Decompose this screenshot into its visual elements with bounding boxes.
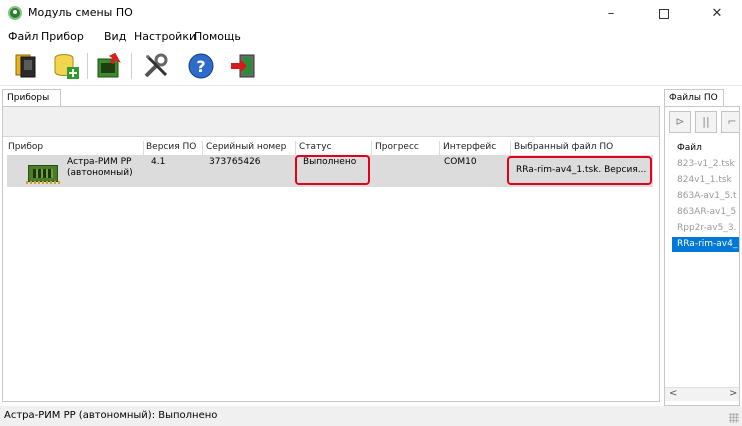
firmware-load-icon[interactable]	[94, 51, 124, 81]
firmware-files-panel: ⊳ || ⌐ Файл 823-v1_2.tsk 824v1_1.tsk 863…	[664, 106, 740, 406]
menu-file[interactable]: Файл	[8, 30, 38, 43]
column-device[interactable]: Прибор	[8, 142, 43, 152]
tab-firmware-files[interactable]: Файлы ПО	[664, 89, 724, 107]
maximize-icon	[659, 8, 669, 19]
horizontal-scrollbar[interactable]: < >	[665, 387, 739, 401]
column-divider[interactable]	[143, 141, 144, 155]
app-logo-icon	[8, 6, 22, 20]
toolbar-separator	[131, 53, 132, 79]
devices-grid-header: Прибор Версия ПО Серийный номер Статус П…	[3, 141, 659, 155]
add-database-icon[interactable]	[51, 51, 81, 81]
scroll-left-icon[interactable]: <	[669, 388, 677, 399]
panel-strip	[3, 107, 659, 137]
column-divider[interactable]	[439, 141, 440, 155]
status-bar: Астра-РИМ РР (автономный): Выполнено	[0, 406, 742, 426]
menu-settings[interactable]: Настройки	[134, 30, 196, 43]
firmware-version: 4.1	[151, 157, 166, 167]
list-item-selected[interactable]: RRa-rim-av4_	[672, 237, 739, 252]
menu-device[interactable]: Прибор	[41, 30, 84, 43]
exit-icon[interactable]	[228, 51, 258, 81]
tab-devices[interactable]: Приборы	[2, 89, 61, 107]
toolbar: ?	[0, 46, 742, 86]
column-version[interactable]: Версия ПО	[146, 142, 196, 152]
column-status[interactable]: Статус	[299, 142, 332, 152]
close-button[interactable]: ✕	[702, 4, 732, 24]
maximize-button[interactable]	[649, 4, 679, 24]
svg-text:?: ?	[196, 57, 205, 76]
column-divider[interactable]	[295, 141, 296, 155]
device-icon[interactable]	[12, 51, 42, 81]
list-item[interactable]: 863A-av1_5.t	[677, 191, 737, 201]
resize-grip-icon[interactable]	[729, 413, 739, 423]
list-item[interactable]: 823-v1_2.tsk	[677, 159, 735, 169]
window-title: Модуль смены ПО	[28, 6, 133, 19]
tools-icon[interactable]	[141, 51, 171, 81]
list-item[interactable]: 863AR-av1_5	[677, 207, 736, 217]
device-mode: (автономный)	[67, 168, 133, 178]
column-divider[interactable]	[510, 141, 511, 155]
menu-view[interactable]: Вид	[104, 30, 126, 43]
play-button[interactable]: ⊳	[669, 111, 691, 133]
title-bar: Модуль смены ПО – ✕	[0, 0, 742, 28]
scroll-right-icon[interactable]: >	[729, 388, 737, 399]
list-item[interactable]: 824v1_1.tsk	[677, 175, 732, 185]
device-board-icon	[26, 165, 60, 184]
toolbar-separator	[87, 53, 88, 79]
status-bar-text: Астра-РИМ РР (автономный): Выполнено	[4, 410, 218, 421]
column-interface[interactable]: Интерфейс	[443, 142, 496, 152]
files-column-header[interactable]: Файл	[677, 143, 702, 153]
list-item[interactable]: Rpp2r-av5_3.	[677, 223, 736, 233]
file-highlight	[507, 156, 652, 185]
help-icon[interactable]: ?	[186, 51, 216, 81]
serial-number: 373765426	[209, 157, 261, 167]
pause-button[interactable]: ||	[695, 111, 717, 133]
devices-panel: Прибор Версия ПО Серийный номер Статус П…	[2, 106, 660, 402]
column-divider[interactable]	[371, 141, 372, 155]
menu-bar: Файл Прибор Вид Настройки Помощь	[0, 28, 742, 46]
interface-port: COM10	[444, 157, 477, 167]
stop-button[interactable]: ⌐	[721, 111, 739, 133]
column-progress[interactable]: Прогресс	[375, 142, 419, 152]
menu-help[interactable]: Помощь	[194, 30, 241, 43]
column-divider[interactable]	[202, 141, 203, 155]
minimize-button[interactable]: –	[596, 4, 626, 24]
device-name: Астра-РИМ РР	[67, 157, 132, 167]
status-highlight	[295, 155, 370, 185]
column-serial[interactable]: Серийный номер	[206, 142, 286, 152]
column-selected-file[interactable]: Выбранный файл ПО	[514, 142, 613, 152]
